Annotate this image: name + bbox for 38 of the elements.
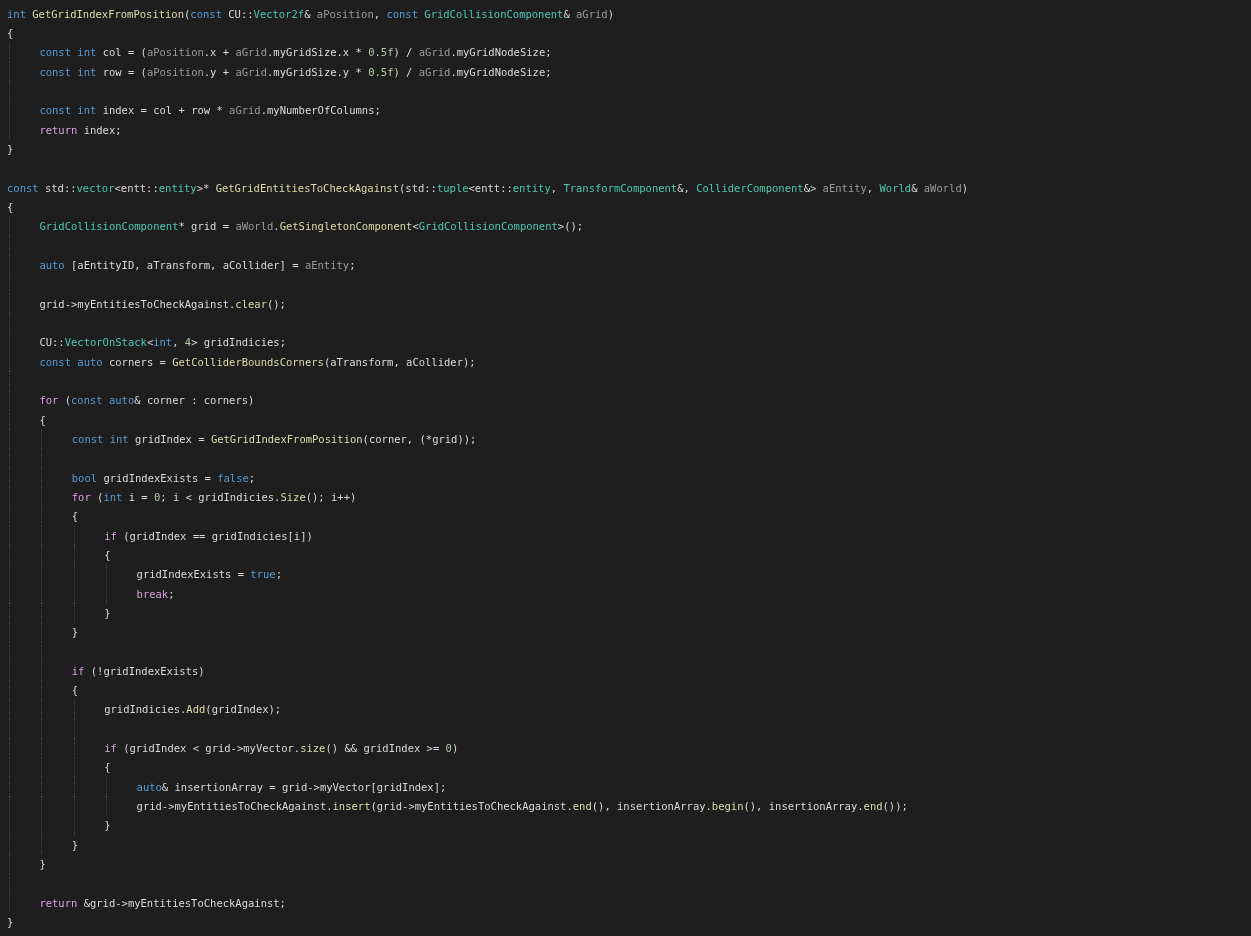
code-line: } xyxy=(7,141,14,156)
code-line: for (int i = 0; i < gridIndicies.Size(); i++) xyxy=(71,489,357,504)
code-line: { xyxy=(7,199,14,214)
code-line: return &grid->myEntitiesToCheckAgainst; xyxy=(39,895,286,910)
code-line: } xyxy=(104,818,111,833)
code-line: if (gridIndex < grid->myVector.size() && gridIndex >= 0) xyxy=(104,741,459,756)
code-line: { xyxy=(104,547,111,562)
code-line: { xyxy=(7,26,14,40)
code-line: if (!gridIndexExists) xyxy=(71,663,205,678)
code-line: const std::vector<entt::entity>* GetGridEntitiesToCheckAgainst(std::tuple<entt::entity, TransformComponent&, ColliderComponent&> aEntity, World& aWorld) xyxy=(7,180,969,195)
code-line: { xyxy=(39,412,46,427)
code-line: { xyxy=(71,509,79,524)
code-line: grid->myEntitiesToCheckAgainst.insert(grid->myEntitiesToCheckAgainst.end(), insertionArray.begin(), insertionArray.end()); xyxy=(136,799,908,814)
code-line: for (const auto& corner : corners) xyxy=(39,393,255,408)
code-line: auto& insertionArray = grid->myVector[gridIndex]; xyxy=(136,779,447,794)
code-line: gridIndicies.Add(gridIndex); xyxy=(104,702,282,717)
code-line: if (gridIndex == gridIndicies[i]) xyxy=(104,528,313,543)
code-line: } xyxy=(39,857,46,872)
code-line: return index; xyxy=(39,122,122,137)
code-line: { xyxy=(71,683,79,698)
code-line: int GetGridIndexFromPosition(const CU::Vector2f& aPosition, const GridCollisionComponent& aGrid) xyxy=(7,6,614,21)
code-line: } xyxy=(104,605,111,620)
code-line: } xyxy=(7,915,14,930)
code-line: } xyxy=(71,837,79,852)
code-line: const int col = (aPosition.x + aGrid.myGridSize.x * 0.5f) / aGrid.myGridNodeSize; xyxy=(39,45,552,60)
code-line: auto [aEntityID, aTransform, aCollider] = aEntity; xyxy=(39,257,356,272)
code-line: grid->myEntitiesToCheckAgainst.clear(); xyxy=(39,296,286,311)
code-line: GridCollisionComponent* grid = aWorld.GetSingletonComponent<GridCollisionComponent>(); xyxy=(39,219,584,234)
code-line: } xyxy=(71,625,79,640)
code-line: const int index = col + row * aGrid.myNumberOfColumns; xyxy=(39,103,381,118)
code-line: { xyxy=(104,760,111,775)
code-line: const int gridIndex = GetGridIndexFromPosition(corner, (*grid)); xyxy=(71,431,477,446)
code-line: const auto corners = GetColliderBoundsCorners(aTransform, aCollider); xyxy=(39,354,476,369)
code-line: const int row = (aPosition.y + aGrid.myGridSize.y * 0.5f) / aGrid.myGridNodeSize; xyxy=(39,64,552,79)
code-line: bool gridIndexExists = false; xyxy=(71,470,256,485)
code-line: break; xyxy=(136,586,175,601)
code-line: CU::VectorOnStack<int, 4> gridIndicies; xyxy=(39,335,286,350)
code-line: gridIndexExists = true; xyxy=(136,567,282,582)
